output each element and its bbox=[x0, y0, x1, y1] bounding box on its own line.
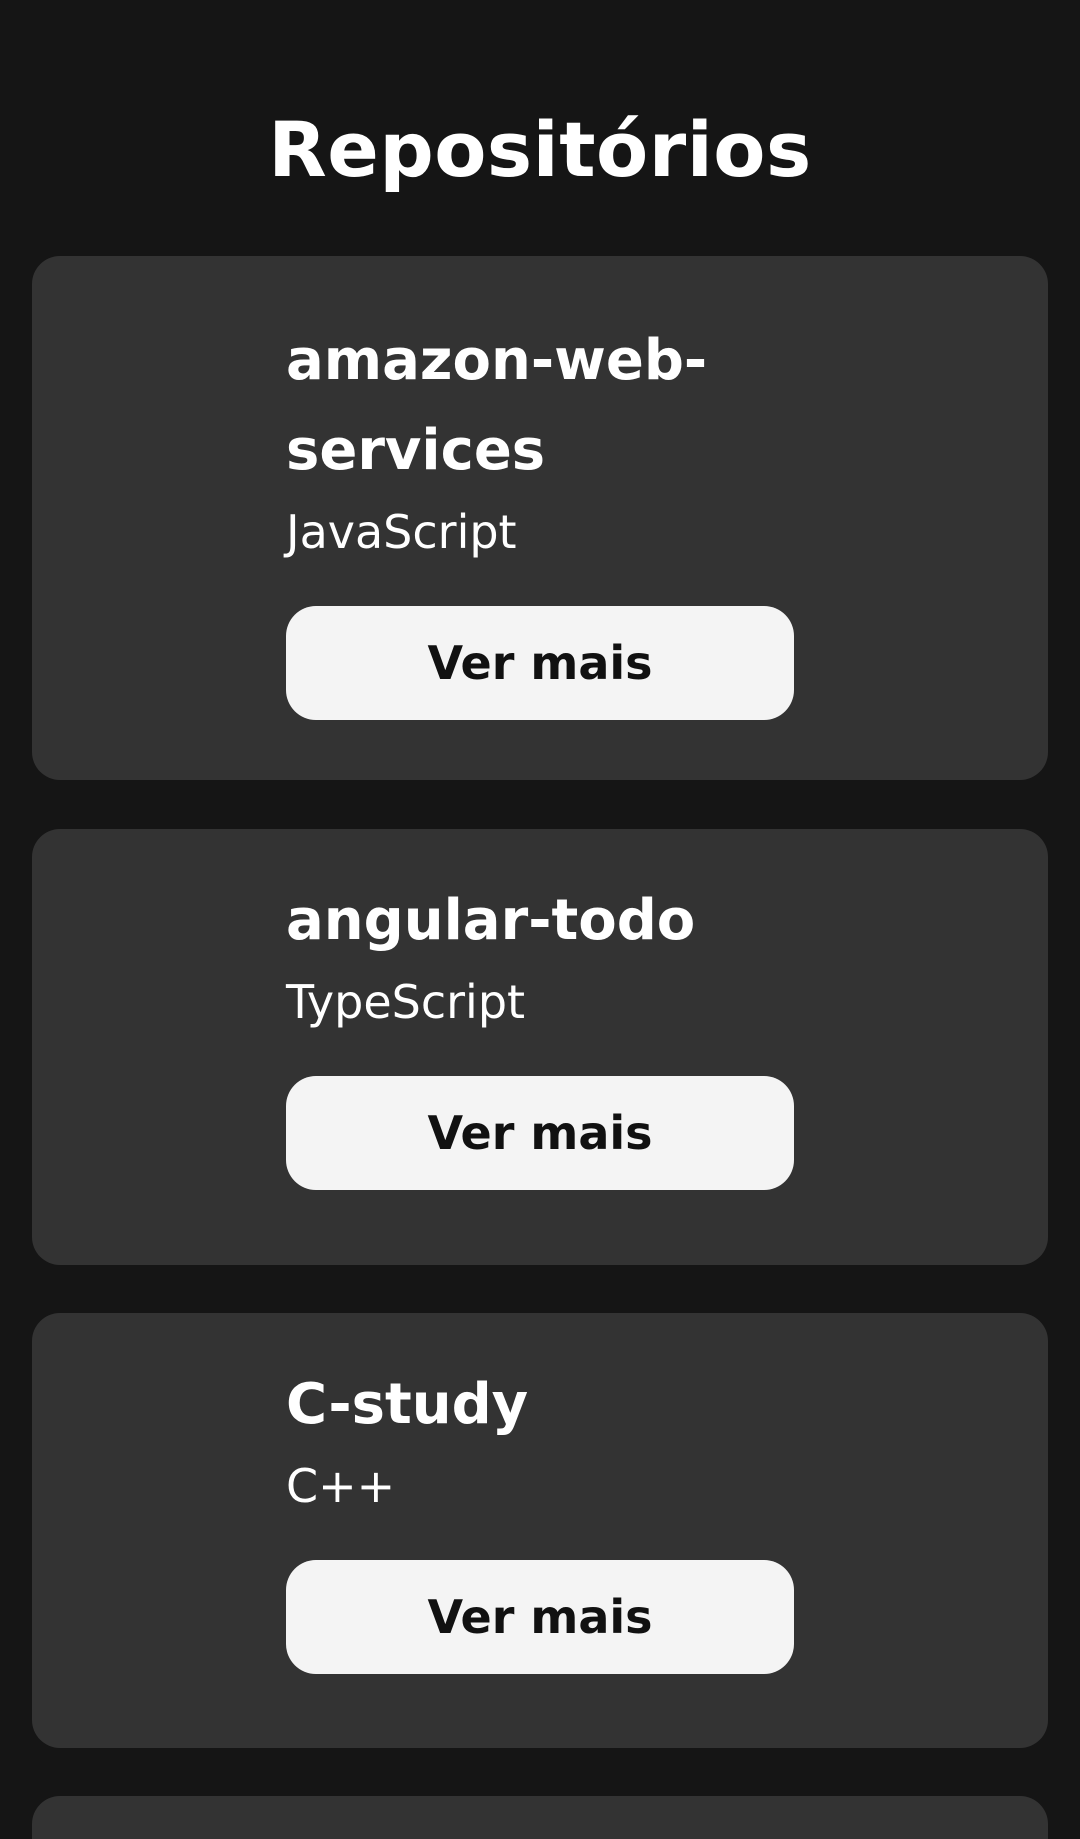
repo-card: C-study C++ Ver mais bbox=[32, 1313, 1048, 1748]
page-title: Repositórios bbox=[268, 105, 812, 194]
repo-card-partial bbox=[32, 1796, 1048, 1839]
repo-language: TypeScript bbox=[286, 975, 526, 1029]
repo-card: amazon-web-services JavaScript Ver mais bbox=[32, 256, 1048, 780]
repo-name: angular-todo bbox=[286, 888, 696, 953]
see-more-button[interactable]: Ver mais bbox=[286, 1560, 794, 1674]
see-more-button[interactable]: Ver mais bbox=[286, 1076, 794, 1190]
see-more-button[interactable]: Ver mais bbox=[286, 606, 794, 720]
repo-name: C-study bbox=[286, 1372, 529, 1437]
repo-name: amazon-web-services bbox=[286, 328, 708, 483]
repo-language: JavaScript bbox=[286, 505, 517, 559]
repo-language: C++ bbox=[286, 1459, 396, 1513]
repo-card: angular-todo TypeScript Ver mais bbox=[32, 829, 1048, 1265]
